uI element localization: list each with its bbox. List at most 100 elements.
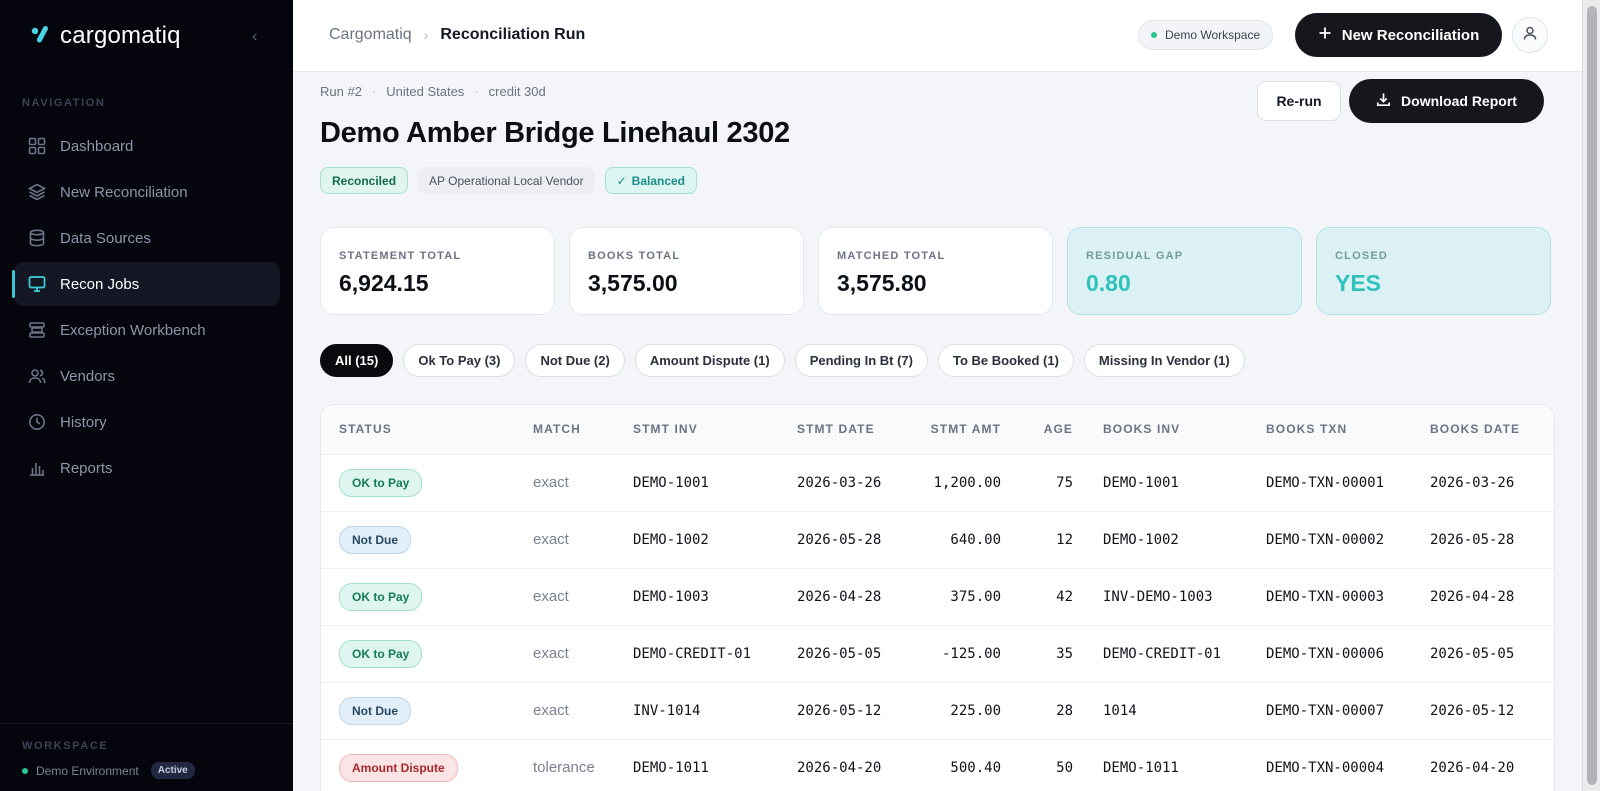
filter-amount-dispute[interactable]: Amount Dispute (1) [634, 344, 785, 377]
column-header[interactable]: STATUS [321, 405, 515, 455]
books-date: 2026-04-20 [1412, 739, 1554, 791]
scrollbar-thumb[interactable] [1587, 6, 1597, 785]
column-header[interactable]: BOOKS TXN [1248, 405, 1412, 455]
stmt-date: 2026-04-28 [779, 568, 903, 626]
books-date: 2026-05-28 [1412, 511, 1554, 569]
card-value: 3,575.80 [837, 270, 927, 296]
nav-section-title: NAVIGATION [22, 97, 106, 109]
user-avatar[interactable] [1512, 17, 1548, 53]
card-label: BOOKS TOTAL [588, 250, 681, 262]
books-total-card: BOOKS TOTAL 3,575.00 [569, 227, 804, 315]
separator: · [371, 84, 377, 99]
books-txn: DEMO-TXN-00003 [1248, 568, 1412, 626]
stmt-inv: DEMO-CREDIT-01 [615, 625, 779, 683]
stmt-inv: DEMO-1011 [615, 739, 779, 791]
stmt-date: 2026-05-05 [779, 625, 903, 683]
monitor-icon [27, 274, 47, 294]
column-header[interactable]: BOOKS INV [1085, 405, 1248, 455]
workspace-pill[interactable]: Demo Workspace [1138, 20, 1274, 50]
stmt-date: 2026-03-26 [779, 454, 903, 512]
vendor-type-badge: AP Operational Local Vendor [418, 167, 595, 194]
books-inv: DEMO-1011 [1085, 739, 1248, 791]
new-reconciliation-label: New Reconciliation [1341, 26, 1480, 44]
sidebar-item-dashboard[interactable]: Dashboard [14, 124, 280, 168]
match-type: tolerance [515, 739, 615, 791]
filter-to-be-booked[interactable]: To Be Booked (1) [937, 344, 1074, 377]
reconciled-badge: Reconciled [320, 167, 409, 194]
table-row[interactable]: OK to Pay exact DEMO-CREDIT-01 2026-05-0… [321, 625, 1554, 683]
new-reconciliation-button[interactable]: New Reconciliation [1295, 13, 1502, 57]
table-row[interactable]: Not Due exact INV-1014 2026-05-12 225.00… [321, 682, 1554, 740]
workspace-selector[interactable]: Demo Environment Active [22, 762, 195, 779]
sidebar-item-data-sources[interactable]: Data Sources [14, 216, 280, 260]
table-row[interactable]: OK to Pay exact DEMO-1003 2026-04-28 375… [321, 568, 1554, 626]
card-label: MATCHED TOTAL [837, 250, 946, 262]
window-scrollbar[interactable] [1582, 0, 1600, 791]
stmt-amt: -125.00 [903, 625, 1013, 683]
table-row[interactable]: OK to Pay exact DEMO-1001 2026-03-26 1,2… [321, 454, 1554, 512]
filter-not-due[interactable]: Not Due (2) [525, 344, 625, 377]
sidebar-item-exception-workbench[interactable]: Exception Workbench [14, 308, 280, 352]
workspace-name: Demo Environment [36, 763, 139, 778]
sidebar-item-recon-jobs[interactable]: Recon Jobs [12, 262, 280, 306]
breadcrumb-root[interactable]: Cargomatiq [329, 26, 412, 44]
sidebar-item-history[interactable]: History [14, 400, 280, 444]
workbench-icon [27, 320, 47, 340]
stmt-inv: DEMO-1001 [615, 454, 779, 512]
sidebar-item-label: Reports [60, 459, 113, 477]
age: 75 [1013, 454, 1085, 512]
books-inv: INV-DEMO-1003 [1085, 568, 1248, 626]
age: 42 [1013, 568, 1085, 626]
column-header[interactable]: BOOKS DATE [1412, 405, 1554, 455]
table-row[interactable]: Not Due exact DEMO-1002 2026-05-28 640.0… [321, 511, 1554, 569]
user-icon [1522, 25, 1538, 46]
breadcrumb-current: Reconciliation Run [440, 26, 586, 43]
status-dot-icon [1151, 32, 1157, 38]
grid-icon [27, 136, 47, 156]
stmt-date: 2026-05-28 [779, 511, 903, 569]
brand-logo[interactable]: cargomatiq [30, 22, 181, 50]
filter-ok-to-pay[interactable]: Ok To Pay (3) [403, 344, 516, 377]
column-header[interactable]: MATCH [515, 405, 615, 455]
database-icon [27, 228, 47, 248]
check-icon: ✓ [616, 173, 627, 188]
sidebar-item-reports[interactable]: Reports [14, 446, 280, 490]
status-dot-icon [22, 767, 28, 774]
filter-all[interactable]: All (15) [320, 344, 394, 377]
main-content: Cargomatiq › Reconciliation Run Demo Wor… [293, 0, 1582, 791]
column-header[interactable]: AGE [1013, 405, 1085, 455]
status-badge: OK to Pay [339, 468, 423, 497]
status-badge: OK to Pay [339, 639, 423, 668]
column-header[interactable]: STMT INV [615, 405, 779, 455]
users-icon [27, 366, 47, 386]
stmt-date: 2026-05-12 [779, 682, 903, 740]
download-report-button[interactable]: Download Report [1349, 79, 1544, 123]
brand-name: cargomatiq [60, 22, 181, 49]
stmt-date: 2026-04-20 [779, 739, 903, 791]
status-badge: Not Due [339, 525, 411, 554]
download-report-label: Download Report [1401, 93, 1517, 109]
bar-chart-icon [27, 458, 47, 478]
match-type: exact [515, 625, 615, 683]
filter-missing-in-vendor[interactable]: Missing In Vendor (1) [1083, 344, 1245, 377]
column-header[interactable]: STMT DATE [779, 405, 903, 455]
books-date: 2026-04-28 [1412, 568, 1554, 626]
collapse-sidebar-icon[interactable]: ‹ [252, 28, 257, 46]
app-window: cargomatiq ‹ NAVIGATION Dashboard New Re… [0, 0, 1582, 791]
match-type: exact [515, 511, 615, 569]
card-label: STATEMENT TOTAL [339, 250, 462, 262]
card-label: RESIDUAL GAP [1086, 250, 1184, 262]
sidebar-item-label: Vendors [60, 367, 116, 385]
card-label: CLOSED [1335, 250, 1389, 262]
sidebar-item-new-reconciliation[interactable]: New Reconciliation [14, 170, 280, 214]
match-type: exact [515, 454, 615, 512]
books-txn: DEMO-TXN-00004 [1248, 739, 1412, 791]
age: 50 [1013, 739, 1085, 791]
filter-pending-in-bt[interactable]: Pending In Bt (7) [794, 344, 928, 377]
table-header-row: STATUS MATCH STMT INV STMT DATE STMT AMT… [321, 405, 1554, 455]
table-row[interactable]: Amount Dispute tolerance DEMO-1011 2026-… [321, 739, 1554, 791]
column-header[interactable]: STMT AMT [903, 405, 1013, 455]
sidebar-item-vendors[interactable]: Vendors [14, 354, 280, 398]
rerun-button[interactable]: Re-run [1257, 81, 1341, 121]
age: 28 [1013, 682, 1085, 740]
